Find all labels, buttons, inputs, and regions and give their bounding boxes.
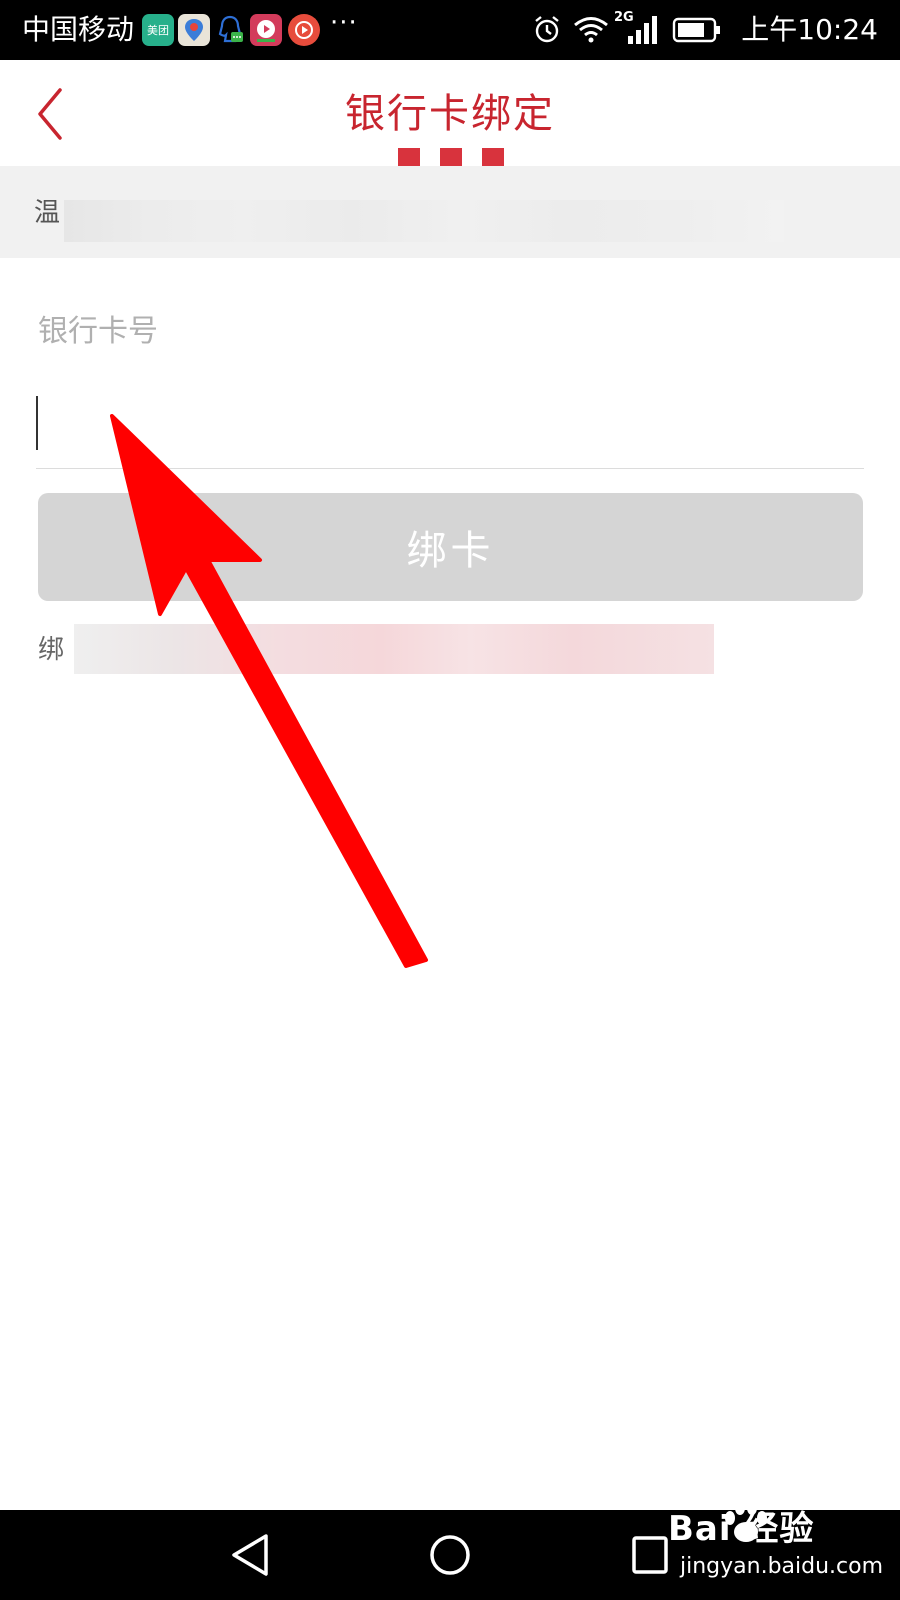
nav-header: 银行卡绑定 <box>0 60 900 167</box>
redacted-note-text <box>74 624 714 674</box>
meituan-icon: 美团 <box>142 14 174 46</box>
bind-note-text: 绑 <box>38 635 65 665</box>
redacted-title-mark <box>398 148 504 166</box>
battery-icon <box>672 17 720 43</box>
carrier-name: 中国移动 <box>22 13 135 46</box>
meituan-label: 美团 <box>147 24 169 37</box>
signal-icon <box>628 16 657 44</box>
bind-card-button[interactable]: 绑卡 <box>38 493 863 601</box>
card-number-input[interactable] <box>36 380 864 460</box>
home-icon <box>430 1535 470 1575</box>
nav-back-button[interactable] <box>228 1532 272 1578</box>
video-icon <box>250 14 282 46</box>
watermark-url: jingyan.baidu.com <box>680 1554 884 1579</box>
status-bar: 中国移动 美团 ··· 2G 上午10:24 <box>0 0 900 60</box>
nav-home-button[interactable] <box>428 1532 472 1578</box>
card-number-field <box>36 380 864 469</box>
watermark-brand: Bai 经验 <box>668 1509 815 1549</box>
baidu-jingyan-watermark: Bai 经验 jingyan.baidu.com <box>646 1500 886 1600</box>
wifi-icon <box>574 17 608 43</box>
page-title: 银行卡绑定 <box>345 91 555 137</box>
redacted-tip-text <box>64 200 784 242</box>
text-cursor <box>36 396 38 450</box>
overflow-indicator: ··· <box>330 8 358 38</box>
card-number-label: 银行卡号 <box>38 314 158 349</box>
play-icon <box>288 14 320 46</box>
tip-text: 温 <box>34 198 61 228</box>
back-icon <box>232 1534 268 1576</box>
qq-icon <box>214 14 246 46</box>
baidu-map-icon <box>178 14 210 46</box>
alarm-icon <box>535 16 559 43</box>
status-time: 上午10:24 <box>741 13 878 46</box>
